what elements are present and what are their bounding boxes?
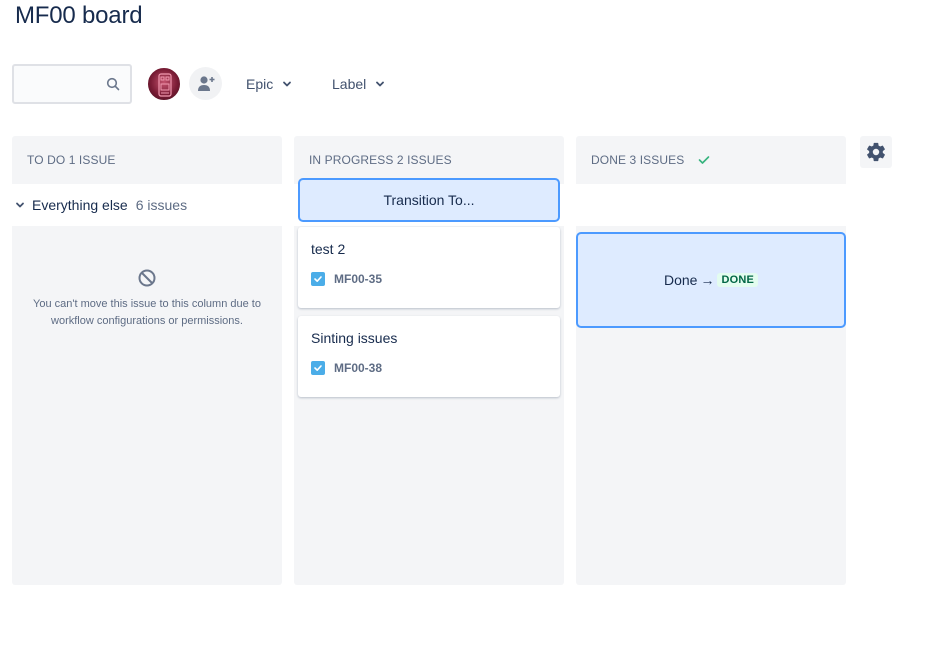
task-checkbox-icon <box>311 272 325 286</box>
page-title: MF00 board <box>15 2 143 29</box>
issue-card[interactable]: test 2 MF00-35 <box>298 227 560 308</box>
search-field[interactable] <box>12 64 132 104</box>
task-checkbox-icon <box>311 361 325 375</box>
transition-from: Done <box>663 272 698 288</box>
epic-filter[interactable]: Epic <box>246 72 292 96</box>
chevron-down-icon <box>283 81 292 87</box>
column-header-in-progress: IN PROGRESS 2 ISSUES <box>294 136 564 184</box>
column-title: TO DO 1 ISSUE <box>27 153 116 167</box>
column-header-done: DONE 3 ISSUES <box>576 136 846 184</box>
issue-summary: Sinting issues <box>311 330 398 346</box>
column-header-todo: TO DO 1 ISSUE <box>12 136 282 184</box>
issue-card[interactable]: Sinting issues MF00-38 <box>298 316 560 397</box>
avatar-image <box>158 73 172 97</box>
board-settings-button[interactable] <box>860 136 892 168</box>
search-icon <box>106 77 120 91</box>
swimlane-count: 6 issues <box>135 197 188 213</box>
done-drop-zone[interactable]: Done → DONE <box>576 232 846 328</box>
blocked-message: You can't move this issue to this column… <box>33 298 261 327</box>
add-people-button[interactable] <box>189 67 222 100</box>
column-title: IN PROGRESS 2 ISSUES <box>309 153 452 167</box>
gear-icon <box>867 142 885 162</box>
issue-key[interactable]: MF00-35 <box>334 272 382 286</box>
check-icon <box>699 156 710 164</box>
swimlane-header[interactable]: Everything else 6 issues <box>15 196 187 214</box>
issue-summary: test 2 <box>311 241 346 257</box>
chevron-down-icon <box>376 81 385 87</box>
epic-filter-label: Epic <box>246 76 274 92</box>
add-person-icon <box>198 76 215 91</box>
transition-drop-zone[interactable]: Transition To... <box>298 178 560 222</box>
label-filter-label: Label <box>332 76 367 92</box>
chevron-down-icon <box>16 202 24 208</box>
blocked-icon <box>138 269 156 287</box>
blocked-drop-zone: You can't move this issue to this column… <box>12 268 282 330</box>
swimlane-label: Everything else <box>32 197 128 213</box>
arrow-right-icon: → <box>700 272 715 288</box>
issue-key[interactable]: MF00-38 <box>334 361 382 375</box>
user-avatar[interactable] <box>147 67 181 101</box>
search-input[interactable] <box>18 70 104 98</box>
column-title: DONE 3 ISSUES <box>591 153 685 167</box>
status-lozenge: DONE <box>717 273 759 287</box>
transition-label: Transition To... <box>383 192 475 208</box>
label-filter[interactable]: Label <box>332 72 385 96</box>
